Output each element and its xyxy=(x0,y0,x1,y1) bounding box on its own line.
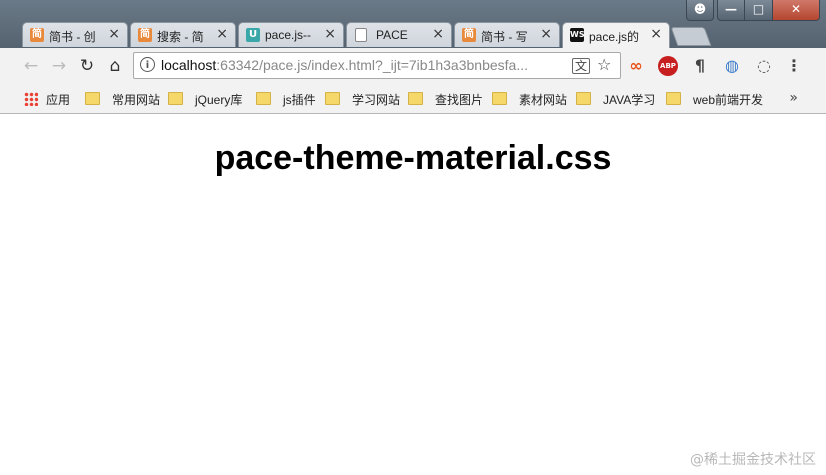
folder-icon xyxy=(576,92,591,105)
folder-icon xyxy=(666,92,681,105)
person-icon: ☻ xyxy=(693,2,707,16)
back-arrow-icon[interactable]: ← xyxy=(20,56,42,76)
tab-pacejs-active[interactable]: WS pace.js的 × xyxy=(562,22,670,48)
watermark: @稀土掘金技术社区 xyxy=(690,452,816,468)
adblock-plus-icon[interactable]: ABP xyxy=(658,56,678,76)
jianshu-favicon-icon: 简 xyxy=(462,28,476,42)
jianshu-favicon-icon: 简 xyxy=(138,28,152,42)
bookmark-apps[interactable]: 应用 xyxy=(24,91,70,108)
tab-title: pace.js-- xyxy=(265,28,312,42)
browser-window: ☻ — □ ✕ 简 简书 - 创 × 简 搜索 - 简 × U pace.js-… xyxy=(0,0,826,475)
tab-title: PACE xyxy=(376,28,408,42)
globe-extension-icon[interactable]: ◍ xyxy=(722,56,742,76)
infinity-extension-icon[interactable]: ∞ xyxy=(626,56,646,76)
tab-pace[interactable]: PACE × xyxy=(346,22,452,47)
kebab-menu-icon[interactable]: ⋮ xyxy=(784,56,804,76)
tab-jianshu-search[interactable]: 简 搜索 - 简 × xyxy=(130,22,236,47)
address-bar[interactable]: i localhost:63342/pace.js/index.html?_ij… xyxy=(133,52,621,79)
tab-title: 简书 - 创 xyxy=(49,30,96,44)
new-tab-button[interactable] xyxy=(670,27,712,46)
info-icon[interactable]: i xyxy=(140,57,155,72)
document-icon xyxy=(355,28,367,42)
bookmark-folder[interactable]: web前端开发 xyxy=(666,91,763,108)
pacejs-favicon-icon: U xyxy=(246,28,260,42)
minimize-icon: — xyxy=(725,2,737,16)
tab-title: 简书 - 写 xyxy=(481,30,528,44)
forward-arrow-icon[interactable]: → xyxy=(48,56,70,76)
jianshu-favicon-icon: 简 xyxy=(30,28,44,42)
bookmark-star-icon[interactable]: ☆ xyxy=(597,55,611,74)
folder-icon xyxy=(325,92,340,105)
page-content: pace-theme-material.css @稀土掘金技术社区 xyxy=(0,114,826,475)
circle-extension-icon[interactable]: ◌ xyxy=(754,56,774,76)
browser-toolbar: ← → ↻ ⌂ i localhost:63342/pace.js/index.… xyxy=(0,48,826,86)
folder-icon xyxy=(168,92,183,105)
url-text[interactable]: localhost:63342/pace.js/index.html?_ijt=… xyxy=(161,57,528,73)
bookmarks-bar: 应用 常用网站 jQuery库 js插件 学习网站 查找图片 素材网站 JAVA… xyxy=(0,86,826,114)
folder-icon xyxy=(492,92,507,105)
bookmark-folder[interactable]: jQuery库 xyxy=(168,91,242,108)
tab-jianshu-write[interactable]: 简 简书 - 写 × xyxy=(454,22,560,47)
minimize-button[interactable]: — xyxy=(717,0,745,21)
pilcrow-extension-icon[interactable]: ¶ xyxy=(690,56,710,76)
tab-close-icon[interactable]: × xyxy=(432,26,444,42)
tab-pacejs[interactable]: U pace.js-- × xyxy=(238,22,344,47)
tab-close-icon[interactable]: × xyxy=(216,26,228,42)
folder-icon xyxy=(256,92,271,105)
close-icon: ✕ xyxy=(790,2,802,16)
bookmark-folder[interactable]: 素材网站 xyxy=(492,91,567,108)
folder-icon xyxy=(408,92,423,105)
tab-title: pace.js的 xyxy=(589,30,640,44)
tab-jianshu-1[interactable]: 简 简书 - 创 × xyxy=(22,22,128,47)
bookmark-folder[interactable]: 学习网站 xyxy=(325,91,400,108)
more-bookmarks-button[interactable]: » xyxy=(789,90,798,106)
folder-icon xyxy=(85,92,100,105)
page-heading: pace-theme-material.css xyxy=(214,139,612,177)
reload-icon[interactable]: ↻ xyxy=(76,56,98,76)
apps-grid-icon xyxy=(24,92,38,106)
profile-button[interactable]: ☻ xyxy=(686,0,714,21)
bookmark-folder[interactable]: JAVA学习 xyxy=(576,91,655,108)
bookmark-folder[interactable]: 查找图片 xyxy=(408,91,483,108)
close-window-button[interactable]: ✕ xyxy=(772,0,820,21)
bookmark-folder[interactable]: js插件 xyxy=(256,91,316,108)
maximize-button[interactable]: □ xyxy=(744,0,773,21)
translate-icon[interactable]: 文 xyxy=(572,58,591,74)
maximize-icon: □ xyxy=(752,2,765,16)
tab-title: 搜索 - 简 xyxy=(157,30,204,44)
home-icon[interactable]: ⌂ xyxy=(104,56,126,76)
tab-close-icon[interactable]: × xyxy=(108,26,120,42)
tab-close-icon[interactable]: × xyxy=(324,26,336,42)
webstorm-favicon-icon: WS xyxy=(570,28,585,42)
tab-close-icon[interactable]: × xyxy=(540,26,552,42)
title-bar: ☻ — □ ✕ 简 简书 - 创 × 简 搜索 - 简 × U pace.js-… xyxy=(0,0,826,48)
bookmark-folder[interactable]: 常用网站 xyxy=(85,91,160,108)
tab-close-icon[interactable]: × xyxy=(650,26,662,42)
